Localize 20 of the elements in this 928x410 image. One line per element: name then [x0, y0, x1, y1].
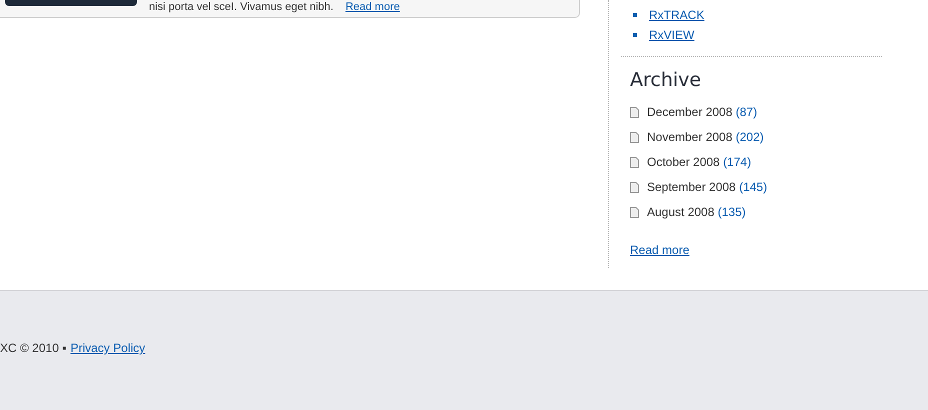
product-link[interactable]: RxTRACK — [649, 8, 704, 22]
document-icon — [630, 207, 639, 218]
document-icon — [630, 107, 639, 118]
document-icon — [630, 182, 639, 193]
copyright-text: XC © 2010 ▪ — [0, 341, 66, 355]
product-link[interactable]: RxVIEW — [649, 28, 694, 42]
archive-title: Archive — [630, 69, 702, 91]
archive-link[interactable]: December 2008 (87) — [647, 105, 758, 120]
archive-link[interactable]: October 2008 (174) — [647, 155, 752, 170]
read-more-link[interactable]: Read more — [630, 243, 690, 257]
read-more-link[interactable]: Read more — [345, 1, 400, 14]
archive-link[interactable]: August 2008 (135) — [647, 205, 746, 220]
archive-link[interactable]: November 2008 (202) — [647, 130, 764, 145]
bullet-icon — [633, 33, 637, 37]
bullet-icon — [633, 13, 637, 17]
archive-link[interactable]: September 2008 (145) — [647, 180, 768, 195]
document-icon — [630, 157, 639, 168]
document-icon — [630, 132, 639, 143]
privacy-policy-link[interactable]: Privacy Policy — [70, 341, 146, 355]
article-excerpt: nisi porta vel sceI. Vivamus eget nibh. — [149, 1, 334, 14]
